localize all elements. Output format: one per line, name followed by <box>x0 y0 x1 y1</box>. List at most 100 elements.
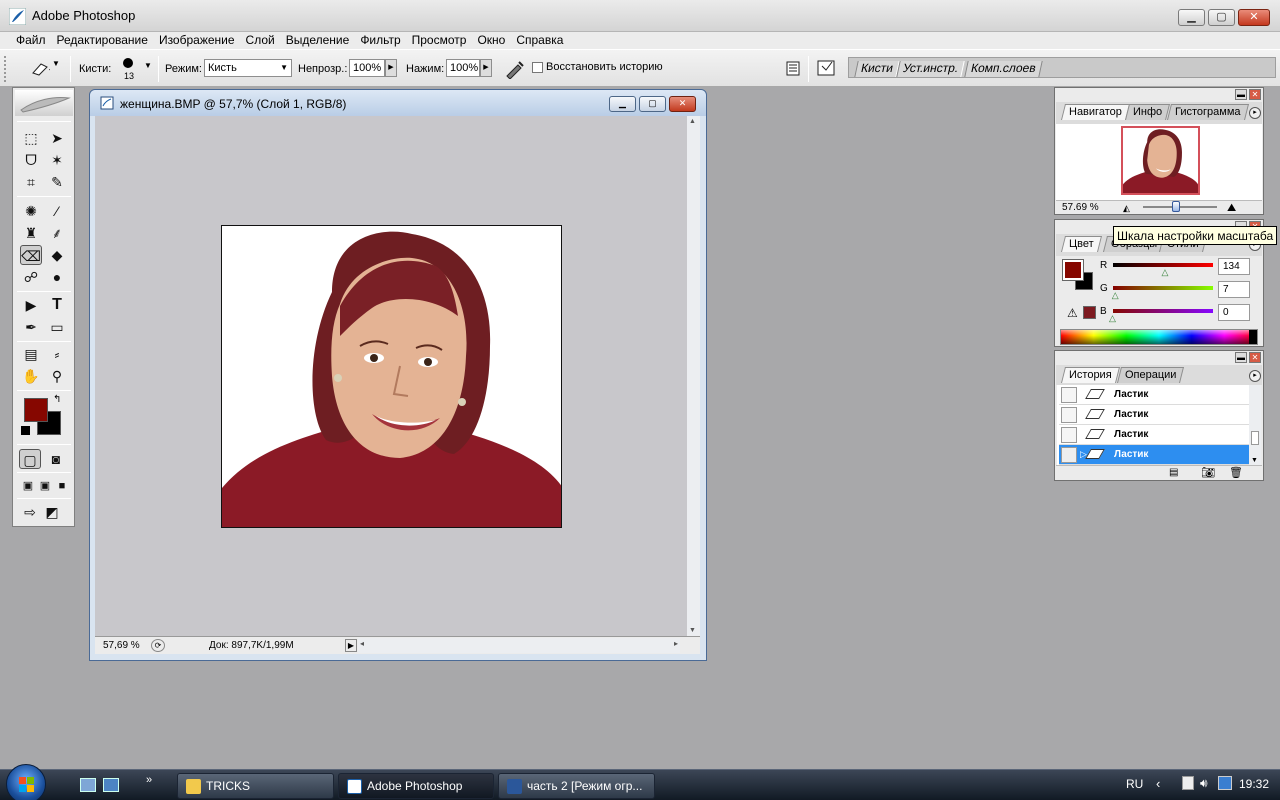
menu-layer[interactable]: Слой <box>246 33 275 47</box>
status-menu-arrow-icon[interactable]: ▶ <box>345 639 357 652</box>
panel-menu-icon[interactable]: ▸ <box>1249 107 1261 119</box>
quick-mask-mode-icon[interactable]: ◙ <box>45 449 67 469</box>
menu-view[interactable]: Просмотр <box>412 33 467 47</box>
tab-info[interactable]: Инфо <box>1125 104 1171 120</box>
brush-tool-icon[interactable]: ⁄ <box>46 201 68 221</box>
color-ramp[interactable] <box>1060 329 1258 345</box>
opacity-slider-button[interactable]: ▶ <box>385 59 397 77</box>
brush-preview-icon[interactable] <box>123 58 133 68</box>
restore-history-checkbox[interactable] <box>532 62 543 73</box>
dodge-tool-icon[interactable]: ● <box>46 267 68 287</box>
panel-minimize-icon[interactable]: ▬ <box>1235 89 1247 100</box>
volume-icon[interactable]: 🔊︎ <box>1200 776 1208 791</box>
gamut-warning-icon[interactable]: ⚠ <box>1067 306 1078 320</box>
tab-navigator[interactable]: Навигатор <box>1061 104 1130 120</box>
notes-tool-icon[interactable]: ▤ <box>20 344 42 364</box>
tray-app-icon[interactable] <box>1182 776 1194 790</box>
taskbar-button-tricks[interactable]: TRICKS <box>177 773 334 799</box>
foreground-color-swatch[interactable] <box>24 398 48 422</box>
move-tool-icon[interactable]: ➤ <box>46 128 68 148</box>
minimize-button[interactable]: ▁ <box>1178 9 1205 26</box>
menu-filter[interactable]: Фильтр <box>360 33 400 47</box>
tab-color[interactable]: Цвет <box>1061 236 1102 252</box>
scroll-right-icon[interactable]: ▸ <box>674 639 678 648</box>
blue-slider-track[interactable] <box>1113 309 1213 313</box>
close-button[interactable]: ✕ <box>1238 9 1270 26</box>
panel-menu-icon[interactable]: ▸ <box>1249 370 1261 382</box>
hand-tool-icon[interactable]: ✋ <box>20 366 42 386</box>
slice-tool-icon[interactable]: ✎ <box>46 172 68 192</box>
green-slider-track[interactable] <box>1113 286 1213 290</box>
taskbar-button-photoshop[interactable]: Adobe Photoshop <box>338 773 494 799</box>
panel-close-icon[interactable]: ✕ <box>1249 89 1261 100</box>
history-item[interactable]: Ластик <box>1059 405 1249 425</box>
menu-help[interactable]: Справка <box>516 33 563 47</box>
history-scroll-thumb[interactable] <box>1251 431 1259 445</box>
history-brush-tool-icon[interactable]: ⸙ <box>46 223 68 243</box>
navigator-preview[interactable] <box>1121 126 1200 195</box>
rectangle-tool-icon[interactable]: ▭ <box>46 317 68 337</box>
panel-close-icon[interactable]: ✕ <box>1249 352 1261 363</box>
menu-file[interactable]: Файл <box>16 33 46 47</box>
zoom-out-mountain-icon[interactable]: ◭ <box>1123 203 1130 214</box>
blue-slider-thumb[interactable]: △ <box>1109 313 1116 324</box>
flow-input[interactable]: 100% <box>446 59 480 77</box>
menu-image[interactable]: Изображение <box>159 33 235 47</box>
new-document-from-state-icon[interactable]: ▤ <box>1169 467 1178 478</box>
taskbar-button-word[interactable]: часть 2 [Режим огр... <box>498 773 655 799</box>
lasso-tool-icon[interactable]: ᗜ <box>20 150 42 170</box>
document-titlebar[interactable]: женщина.BMP @ 57,7% (Слой 1, RGB/8) ▁ ▢ … <box>90 90 706 116</box>
palette-well-toggle-icon[interactable] <box>816 58 838 78</box>
gamut-color-chip[interactable] <box>1083 306 1096 319</box>
zoom-tool-icon[interactable]: ⚲ <box>46 366 68 386</box>
status-info-icon[interactable]: ⟳ <box>151 639 165 652</box>
zoom-in-mountain-icon[interactable]: ⛰ <box>1227 202 1236 215</box>
options-grip[interactable] <box>4 56 10 82</box>
history-item[interactable]: Ластик <box>1059 385 1249 405</box>
preset-dropdown-arrow-icon[interactable]: ▼ <box>52 59 60 68</box>
imageready-icon[interactable]: ◩ <box>41 502 63 522</box>
navigator-zoom[interactable]: 57.69 % <box>1062 202 1099 213</box>
tab-history[interactable]: История <box>1061 367 1120 383</box>
history-scrollbar[interactable]: ▼ <box>1249 385 1261 465</box>
scroll-left-icon[interactable]: ◂ <box>360 639 364 648</box>
tray-expand-icon[interactable]: ‹ <box>1156 776 1160 791</box>
scroll-down-icon[interactable]: ▼ <box>1251 457 1258 464</box>
crop-tool-icon[interactable]: ⌗ <box>20 172 42 192</box>
type-tool-icon[interactable]: T <box>46 295 68 315</box>
trash-icon[interactable]: 🗑︎ <box>1229 466 1243 479</box>
panel-minimize-icon[interactable]: ▬ <box>1235 352 1247 363</box>
screen-mode-full-icon[interactable]: ■ <box>51 476 73 496</box>
flow-slider-button[interactable]: ▶ <box>480 59 492 77</box>
document-zoom[interactable]: 57,69 % <box>103 640 140 651</box>
document-maximize-button[interactable]: ▢ <box>639 96 666 112</box>
blur-tool-icon[interactable]: ☍ <box>20 267 42 287</box>
zoom-slider-thumb[interactable] <box>1172 201 1181 212</box>
scroll-down-icon[interactable]: ▼ <box>689 627 696 634</box>
toolbox-header[interactable] <box>15 90 73 116</box>
file-browser-icon[interactable] <box>785 60 801 76</box>
red-slider-thumb[interactable]: △ <box>1162 267 1169 278</box>
tab-histogram[interactable]: Гистограмма <box>1167 104 1249 120</box>
color-panel-foreground-swatch[interactable] <box>1062 259 1084 281</box>
magic-wand-tool-icon[interactable]: ✶ <box>46 150 68 170</box>
network-icon[interactable] <box>1218 776 1232 790</box>
well-tab-layer-comps[interactable]: Комп.слоев <box>964 61 1043 77</box>
brush-dropdown-arrow-icon[interactable]: ▼ <box>144 61 152 70</box>
well-tab-tool-presets[interactable]: Уст.инстр. <box>896 61 965 77</box>
document-minimize-button[interactable]: ▁ <box>609 96 636 112</box>
maximize-button[interactable]: ▢ <box>1208 9 1235 26</box>
eraser-tool-preset-icon[interactable] <box>28 61 50 77</box>
green-slider-thumb[interactable]: △ <box>1112 290 1119 301</box>
swap-colors-icon[interactable]: ↰ <box>53 394 61 405</box>
mode-select[interactable]: Кисть ▼ <box>204 59 292 77</box>
language-indicator[interactable]: RU <box>1126 777 1143 791</box>
green-value-input[interactable]: 7 <box>1218 281 1250 298</box>
canvas-image[interactable] <box>221 225 562 528</box>
pen-tool-icon[interactable]: ✒ <box>20 317 42 337</box>
blue-value-input[interactable]: 0 <box>1218 304 1250 321</box>
well-tab-brushes[interactable]: Кисти <box>854 61 900 77</box>
history-item[interactable]: Ластик <box>1059 425 1249 445</box>
document-horizontal-scrollbar[interactable]: ◂ ▸ <box>358 638 680 653</box>
airbrush-icon[interactable] <box>504 59 526 79</box>
